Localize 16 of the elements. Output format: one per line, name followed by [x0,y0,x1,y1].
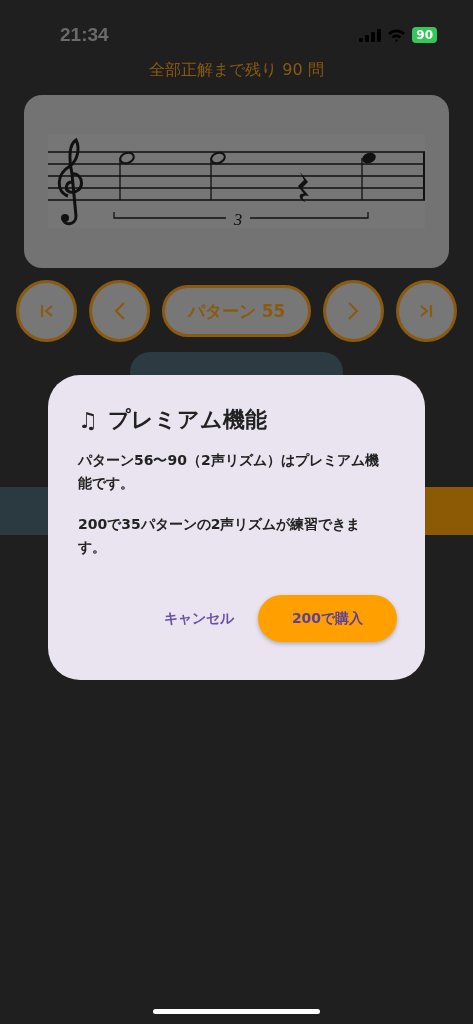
music-note-icon: ♫ [78,407,98,433]
battery-indicator: 90 [412,27,437,43]
skip-to-end-icon [419,304,434,318]
dialog-title: プレミアム機能 [107,406,267,434]
chevron-left-icon [113,302,126,320]
sheet-music-drawing: 3 [48,134,425,228]
chevron-right-icon [347,302,360,320]
cancel-button[interactable]: キャンセル [164,605,234,632]
status-time: 21:34 [60,24,109,46]
dialog-message: パターン56〜90（2声リズム）はプレミアム機能です。 [78,451,380,493]
signal-icon [359,28,382,42]
purchase-button[interactable]: 200で購入 [258,595,397,642]
wifi-icon [387,28,407,42]
remaining-count: 全部正解まで残り 90 問 [148,60,325,81]
skip-to-start-icon [39,304,54,318]
dialog-message: 200で35パターンの2声リズムが練習できます。 [78,515,362,557]
